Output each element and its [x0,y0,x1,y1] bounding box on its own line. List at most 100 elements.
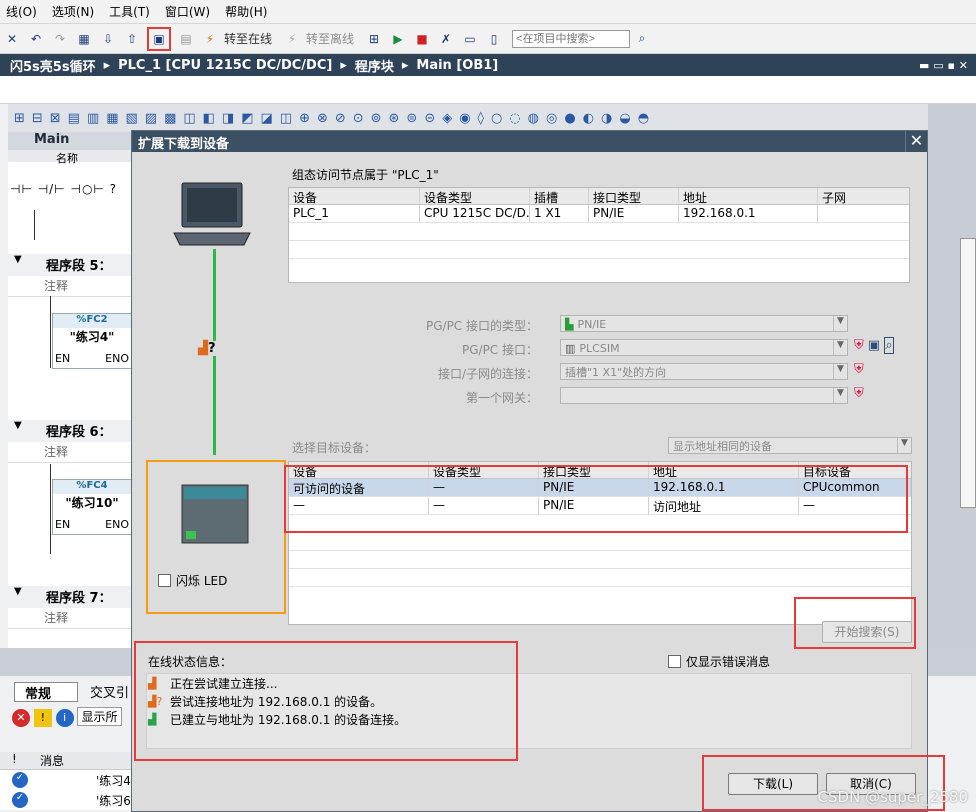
split-vertical-icon[interactable]: ▯ [485,30,503,48]
monitor-icon[interactable]: ▣ [868,338,880,353]
collapse-icon[interactable]: ▼ [14,420,22,431]
tab-general[interactable]: 常规 [14,682,78,702]
segment-6-comment[interactable]: 注释 [8,443,132,463]
segment-7-comment[interactable]: 注释 [8,609,132,629]
status-message: 已建立与地址为 192.168.0.1 的设备连接。 [170,713,407,727]
online-tools-panel[interactable] [960,238,976,508]
fc4-block[interactable]: %FC4 "练习10" EN ENO [52,479,132,535]
show-all-dropdown[interactable]: 显示所 [77,707,122,726]
col-address: 地址 [649,462,799,478]
window-controls-icon[interactable]: ▬ ▭ ▪ ✕ [919,59,968,72]
pgpc-interface-select[interactable]: ▥ PLCSIM ▼ [560,339,848,356]
fc2-eno-pin: ENO [105,352,129,365]
accessible-devices-icon[interactable]: ⊞ [365,30,383,48]
go-offline-button[interactable]: 转至离线 [306,30,354,47]
go-offline-icon[interactable]: ⚡ [283,30,301,48]
shield-icon[interactable]: ⛨ [854,386,864,401]
close-icon[interactable]: ✕ [3,30,21,48]
upload-icon[interactable]: ⇩ [99,30,117,48]
table-row[interactable]: 可访问的设备 — PN/IE 192.168.0.1 CPUcommon [289,479,911,497]
pgpc-interface-value: PLCSIM [579,341,620,355]
chevron-right-icon: ▸ [401,57,409,73]
message-row[interactable]: ✓ '练习4 [0,770,133,790]
connection-unknown-icon: ▟? [198,341,216,356]
diagnostics-icon[interactable]: ⌕ [884,337,894,354]
compile-icon[interactable]: ▦ [75,30,93,48]
subnet-connection-value: 插槽"1 X1"处的方向 [565,366,667,379]
tab-main[interactable]: Main [8,132,133,150]
warning-filter-icon[interactable]: ! [33,709,52,727]
status-line: ▟ 已建立与地址为 192.168.0.1 的设备连接。 [148,711,406,728]
first-gateway-select[interactable]: ▼ [560,387,848,404]
menu-options[interactable]: 选项(N) [46,3,103,20]
collapse-icon[interactable]: ▼ [14,586,22,597]
pc-icon [173,182,251,246]
table-row[interactable]: PLC_1 CPU 1215C DC/D... 1 X1 PN/IE 192.1… [289,205,909,223]
messages-header: ! 消息 [0,752,133,770]
close-icon[interactable]: ✕ [905,131,927,152]
error-filter-icon[interactable]: ✕ [12,709,30,727]
download-button[interactable]: 下载(L) [728,773,818,795]
shield-icon[interactable]: ⛨ [854,338,864,353]
flash-led-checkbox[interactable] [158,574,171,587]
go-online-icon[interactable]: ⚡ [201,30,219,48]
ok-icon: ✓ [12,792,28,808]
download-from-device-icon[interactable]: ⇧ [123,30,141,48]
breadcrumb-blocks[interactable]: 程序块 [355,56,394,75]
table-row[interactable]: — — PN/IE 访问地址 — [289,497,911,515]
subnet-connection-select[interactable]: 插槽"1 X1"处的方向 ▼ [560,363,848,380]
tab-cross-reference[interactable]: 交叉引 [80,682,133,702]
col-subnet: 子网 [822,191,847,204]
project-search-input[interactable] [512,29,631,48]
simulation-icon[interactable]: ▤ [177,30,195,48]
search-go-icon[interactable]: ⌕ [633,30,651,48]
network-port-icon: ▙ [565,317,574,331]
segment-5-title: 程序段 5： [46,259,112,274]
menu-online[interactable]: 线(O) [0,3,46,20]
breadcrumb-plc[interactable]: PLC_1 [CPU 1215C DC/DC/DC] [118,58,332,73]
cross-ref-icon[interactable]: ✗ [437,30,455,48]
dialog-title: 扩展下载到设备 [132,131,927,152]
menu-window[interactable]: 窗口(W) [159,3,219,20]
menu-help[interactable]: 帮助(H) [219,3,276,20]
segment-5-comment[interactable]: 注释 [8,277,132,297]
segment-6-header[interactable]: ▼ 程序段 6： [8,420,132,442]
only-errors-checkbox[interactable] [668,655,681,668]
table-header: 设备 设备类型 插槽 接口类型 地址 子网 [289,188,909,205]
breadcrumb-project[interactable]: 闪5s亮5s循环 [10,56,96,75]
select-target-label: 选择目标设备： [292,441,377,455]
fc2-name: %FC2 [53,314,131,328]
redo-icon[interactable]: ↷ [51,30,69,48]
breadcrumb-main[interactable]: Main [OB1] [416,58,498,73]
pgpc-type-select[interactable]: ▙ PN/IE ▼ [560,315,848,332]
menu-tools[interactable]: 工具(T) [103,3,159,20]
editor-tool-icons[interactable]: ⊞⊟⊠▤▥▦▧▨▩◫◧◨◩◪◫⊕⊗⊘⊙⊚⊛⊜⊝◈◉◊○◌◍◎●◐◑◒◓ [14,111,656,126]
col-slot: 插槽 [530,188,589,204]
split-horizontal-icon[interactable]: ▭ [461,30,479,48]
go-online-button[interactable]: 转至在线 [224,30,272,47]
download-to-device-icon[interactable]: ▣ [147,26,171,51]
undo-icon[interactable]: ↶ [27,30,45,48]
table-row [289,533,911,551]
col-device: 设备 [289,188,420,204]
plcsim-icon: ▥ [565,341,576,355]
stop-cpu-icon[interactable]: ■ [413,30,431,48]
info-filter-icon[interactable]: i [55,709,74,727]
start-cpu-icon[interactable]: ▶ [389,30,407,48]
chevron-right-icon: ▸ [103,57,111,73]
fc2-block[interactable]: %FC2 "练习4" EN ENO [52,313,132,369]
target-filter-select[interactable]: 显示地址相同的设备 ▼ [668,437,912,454]
pgpc-interface-label: PG/PC 接口： [461,343,538,357]
message-text: '练习4 [96,774,131,788]
chevron-down-icon: ▼ [833,388,847,403]
collapse-icon[interactable]: ▼ [14,254,22,265]
ladder-contacts-icon[interactable]: ⊣⊢ ⊣/⊢ ⊣○⊢ ? [10,182,117,196]
editor-toolbar: ⊞⊟⊠▤▥▦▧▨▩◫◧◨◩◪◫⊕⊗⊘⊙⊚⊛⊜⊝◈◉◊○◌◍◎●◐◑◒◓ [8,104,976,132]
start-search-button[interactable]: 开始搜索(S) [822,621,912,643]
segment-7-header[interactable]: ▼ 程序段 7： [8,586,132,608]
col-interface-type: 接口类型 [589,188,679,204]
segment-5-header[interactable]: ▼ 程序段 5： [8,254,132,276]
shield-icon[interactable]: ⛨ [854,362,864,377]
col-device: 设备 [289,462,429,478]
message-row[interactable]: ✓ '练习6 [0,790,133,810]
